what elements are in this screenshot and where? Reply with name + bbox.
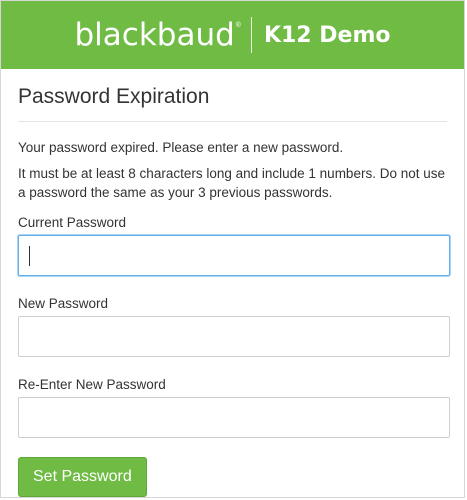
brand-logo: blackbaud ® K12 Demo xyxy=(74,17,391,53)
set-password-button[interactable]: Set Password xyxy=(18,457,147,497)
reenter-password-label: Re-Enter New Password xyxy=(18,377,166,392)
password-expiration-page: blackbaud ® K12 Demo Password Expiration… xyxy=(0,0,465,498)
text-caret xyxy=(29,246,30,266)
brand-divider xyxy=(250,17,252,53)
new-password-label: New Password xyxy=(18,296,109,311)
expired-message: Your password expired. Please enter a ne… xyxy=(18,140,344,155)
brand-name: blackbaud xyxy=(74,17,235,53)
password-rules-message: It must be at least 8 characters long an… xyxy=(18,166,445,200)
current-password-label: Current Password xyxy=(18,215,127,230)
reenter-password-input[interactable] xyxy=(18,397,450,438)
current-password-input[interactable] xyxy=(18,235,450,276)
header-bar: blackbaud ® K12 Demo xyxy=(1,1,464,69)
content-area: Password Expiration Your password expire… xyxy=(1,85,464,497)
brand-trademark: ® xyxy=(235,21,241,29)
page-title: Password Expiration xyxy=(18,85,447,122)
new-password-input[interactable] xyxy=(18,316,450,357)
product-name: K12 Demo xyxy=(263,22,391,48)
